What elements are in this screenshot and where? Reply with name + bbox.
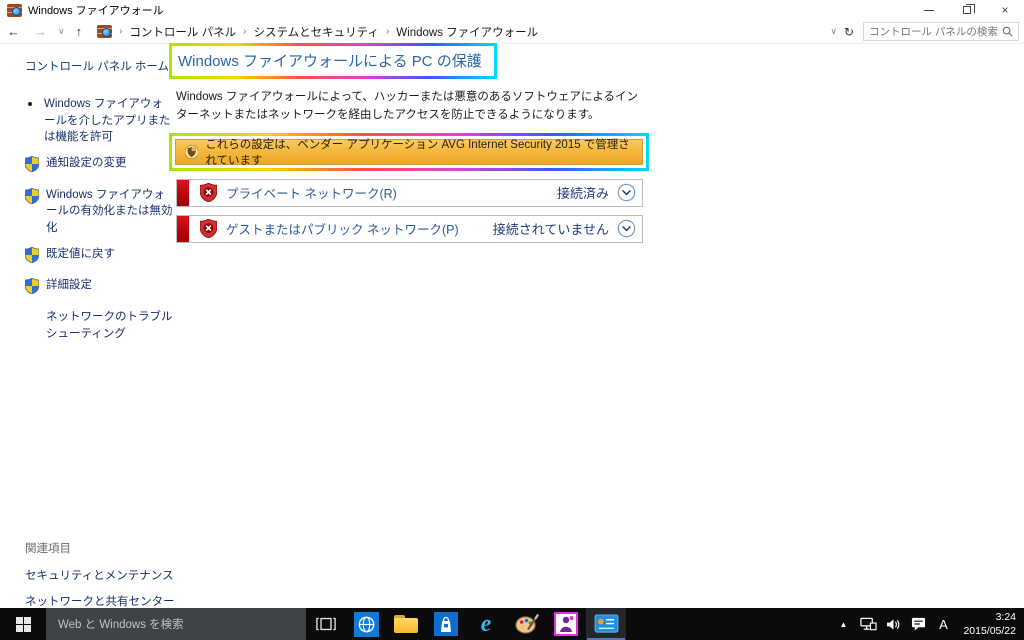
firewall-breadcrumb-icon bbox=[97, 25, 113, 38]
sidebar: コントロール パネル ホーム Windows ファイアウォールを介したアプリまた… bbox=[0, 44, 176, 608]
sidebar-item-label: 通知設定の変更 bbox=[46, 157, 127, 170]
breadcrumb: › コントロール パネル › システムとセキュリティ › Windows ファイ… bbox=[97, 24, 538, 40]
search-icon bbox=[1002, 26, 1013, 37]
heading-annotation-box: Windows ファイアウォールによる PC の保護 bbox=[169, 43, 497, 79]
taskbar-app-internet-explorer[interactable]: e bbox=[466, 608, 506, 640]
clock-date: 2015/05/22 bbox=[963, 625, 1016, 637]
up-button[interactable]: ↑ bbox=[69, 24, 90, 39]
sidebar-item-label: 既定値に戻す bbox=[46, 247, 115, 260]
alert-red-bar bbox=[177, 215, 190, 242]
sidebar-item-advanced-settings[interactable]: 詳細設定 bbox=[24, 277, 173, 300]
link-network-sharing-center[interactable]: ネットワークと共有センター bbox=[25, 593, 175, 609]
banner-text: これらの設定は、ベンダー アプリケーション AVG Internet Secur… bbox=[205, 138, 630, 167]
sidebar-item-label: ネットワークのトラブルシューティング bbox=[46, 311, 173, 340]
related-items-header: 関連項目 bbox=[25, 543, 71, 555]
navigation-bar: ← → ∨ ↑ › コントロール パネル › システムとセキュリティ › Win… bbox=[0, 20, 1024, 44]
network-label: プライベート ネットワーク(R) bbox=[226, 187, 397, 202]
taskbar-search-placeholder: Web と Windows を検索 bbox=[58, 619, 184, 631]
ime-mode-indicator[interactable]: A bbox=[932, 617, 954, 632]
taskbar-clock[interactable]: 3:24 2015/05/22 bbox=[963, 610, 1016, 638]
private-network-row[interactable]: プライベート ネットワーク(R) 接続済み bbox=[176, 178, 643, 207]
windows-logo-icon bbox=[15, 616, 31, 632]
action-center-icon[interactable] bbox=[907, 617, 929, 631]
restore-icon bbox=[963, 4, 975, 14]
link-security-maintenance[interactable]: セキュリティとメンテナンス bbox=[25, 567, 175, 583]
forward-button[interactable]: → bbox=[27, 24, 54, 39]
taskbar-search[interactable]: Web と Windows を検索 bbox=[46, 608, 306, 640]
taskbar-app-photo[interactable] bbox=[546, 608, 586, 640]
refresh-button[interactable]: ↻ bbox=[841, 25, 857, 39]
security-shield-icon bbox=[185, 144, 199, 159]
page-title: Windows ファイアウォールによる PC の保護 bbox=[178, 53, 482, 70]
minimize-button[interactable] bbox=[910, 0, 948, 20]
vendor-managed-banner: これらの設定は、ベンダー アプリケーション AVG Internet Secur… bbox=[175, 138, 643, 167]
sidebar-item-label: Windows ファイアウォールを介したアプリまたは機能を許可 bbox=[44, 98, 171, 144]
expand-chevron-button[interactable] bbox=[617, 219, 636, 238]
page-description: Windows ファイアウォールによって、ハッカーまたは悪意のあるソフトウェアに… bbox=[176, 91, 639, 122]
task-view-icon bbox=[316, 617, 336, 631]
network-label: ゲストまたはパブリック ネットワーク(P) bbox=[226, 223, 459, 238]
breadcrumb-separator: › bbox=[243, 26, 247, 37]
bullet-icon bbox=[28, 102, 32, 106]
red-shield-x-icon bbox=[200, 183, 217, 203]
address-dropdown[interactable]: ∨ bbox=[826, 26, 841, 37]
guest-public-network-row[interactable]: ゲストまたはパブリック ネットワーク(P) 接続されていません bbox=[176, 214, 643, 243]
store-icon bbox=[434, 612, 458, 636]
firewall-app-icon bbox=[7, 3, 22, 17]
taskbar-app-store[interactable] bbox=[426, 608, 466, 640]
network-icon[interactable] bbox=[857, 617, 879, 631]
taskbar-app-file-explorer[interactable] bbox=[386, 608, 426, 640]
sidebar-item-label: Windows ファイアウォールの有効化または無効化 bbox=[46, 188, 173, 235]
sidebar-item-change-notification[interactable]: 通知設定の変更 bbox=[24, 155, 173, 178]
breadcrumb-control-panel[interactable]: コントロール パネル bbox=[129, 24, 236, 40]
breadcrumb-system-security[interactable]: システムとセキュリティ bbox=[253, 24, 378, 40]
volume-icon[interactable] bbox=[882, 618, 904, 631]
sidebar-item-turn-on-off[interactable]: Windows ファイアウォールの有効化または無効化 bbox=[24, 187, 173, 237]
control-panel-search[interactable] bbox=[863, 22, 1019, 41]
restore-button[interactable] bbox=[948, 0, 986, 20]
file-explorer-icon bbox=[394, 615, 418, 633]
taskbar-app-globe[interactable] bbox=[346, 608, 386, 640]
expand-chevron-button[interactable] bbox=[617, 183, 636, 202]
sidebar-item-restore-defaults[interactable]: 既定値に戻す bbox=[24, 246, 173, 269]
clock-time: 3:24 bbox=[995, 610, 1016, 623]
red-shield-x-icon bbox=[200, 219, 217, 239]
history-dropdown[interactable]: ∨ bbox=[54, 26, 69, 37]
sidebar-item-allow-apps[interactable]: Windows ファイアウォールを介したアプリまたは機能を許可 bbox=[25, 96, 173, 146]
sidebar-item-label: 詳細設定 bbox=[46, 279, 92, 292]
breadcrumb-separator: › bbox=[385, 26, 390, 37]
photo-app-icon bbox=[554, 612, 578, 636]
sidebar-item-troubleshoot-network[interactable]: ネットワークのトラブルシューティング bbox=[25, 309, 173, 342]
search-input[interactable] bbox=[869, 25, 1002, 38]
taskbar-app-control-panel-active[interactable] bbox=[586, 608, 626, 640]
breadcrumb-separator: › bbox=[119, 26, 123, 37]
alert-red-bar bbox=[177, 179, 190, 206]
uac-shield-icon bbox=[24, 246, 40, 269]
uac-shield-icon bbox=[24, 277, 40, 300]
banner-annotation-box: これらの設定は、ベンダー アプリケーション AVG Internet Secur… bbox=[169, 132, 649, 171]
tray-expand-icon[interactable]: ▲ bbox=[832, 620, 854, 629]
minimize-icon bbox=[924, 9, 934, 11]
sidebar-item-control-panel-home[interactable]: コントロール パネル ホーム bbox=[25, 58, 176, 74]
network-status: 接続済み bbox=[556, 186, 609, 202]
title-bar: Windows ファイアウォール × bbox=[0, 0, 1024, 20]
network-status: 接続されていません bbox=[492, 222, 609, 238]
task-view-button[interactable] bbox=[306, 608, 346, 640]
close-button[interactable]: × bbox=[986, 0, 1024, 20]
back-button[interactable]: ← bbox=[0, 24, 27, 39]
internet-explorer-icon: e bbox=[480, 611, 492, 637]
system-tray: ▲ A 3:24 2015/05/22 bbox=[832, 608, 1024, 640]
paint-icon bbox=[514, 614, 539, 634]
start-button[interactable] bbox=[0, 608, 46, 640]
taskbar: Web と Windows を検索 e ▲ A 3:24 2015/05/22 bbox=[0, 608, 1024, 640]
breadcrumb-windows-firewall[interactable]: Windows ファイアウォール bbox=[396, 24, 538, 40]
uac-shield-icon bbox=[24, 155, 40, 178]
uac-shield-icon bbox=[24, 187, 40, 237]
control-panel-icon bbox=[594, 613, 618, 633]
globe-tile-icon bbox=[353, 611, 379, 637]
main-panel: Windows ファイアウォールによる PC の保護 Windows ファイアウ… bbox=[169, 43, 676, 243]
window-title: Windows ファイアウォール bbox=[28, 5, 164, 17]
taskbar-app-paint[interactable] bbox=[506, 608, 546, 640]
window-content: コントロール パネル ホーム Windows ファイアウォールを介したアプリまた… bbox=[0, 43, 1024, 608]
